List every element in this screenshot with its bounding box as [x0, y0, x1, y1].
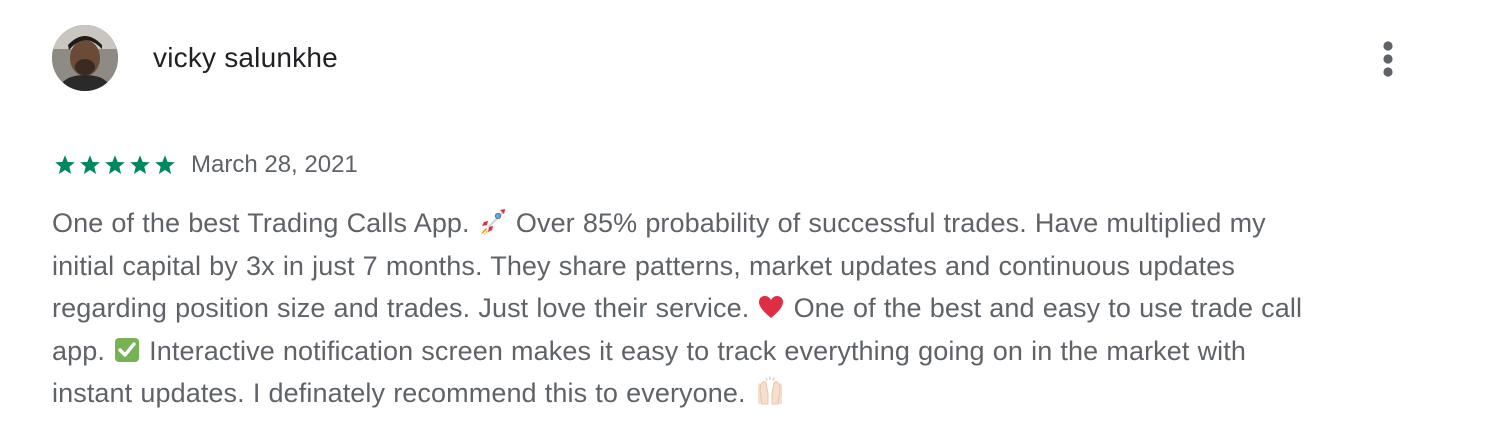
rating-row: March 28, 2021 [53, 148, 358, 182]
review-text-segment: regarding position size and trades. Just… [52, 293, 758, 323]
review-card: vicky salunkhe March 28, 2021 One of the… [0, 0, 1485, 446]
review-text-line: One of the best Trading Calls App. Over … [52, 202, 1452, 245]
red-heart-emoji [757, 293, 785, 321]
star-icon [128, 153, 152, 177]
review-text-segment: Interactive notification screen makes it… [141, 335, 1246, 366]
more-vertical-icon [1383, 41, 1393, 77]
review-text-segment: Over 85% probability of successful trade… [507, 208, 1266, 238]
review-text-line: initial capital by 3x in just 7 months. … [52, 245, 1452, 288]
review-date: March 28, 2021 [191, 151, 358, 178]
review-text-segment: One of the best and easy to use trade ca… [785, 293, 1303, 323]
review-text-line: instant updates. I definately recommend … [52, 372, 1452, 415]
star-rating [53, 153, 177, 177]
star-icon [103, 153, 127, 177]
more-options-button[interactable] [1368, 36, 1408, 82]
review-text-line: app. Interactive notification screen mak… [52, 330, 1452, 373]
avatar[interactable] [52, 25, 118, 91]
review-text-segment: instant updates. I definately recommend … [52, 378, 754, 408]
author-name: vicky salunkhe [153, 42, 338, 73]
star-icon [53, 153, 77, 177]
review-text-line: regarding position size and trades. Just… [52, 287, 1452, 330]
star-icon [153, 153, 177, 177]
user-photo [52, 25, 118, 91]
review-text: One of the best Trading Calls App. Over … [52, 202, 1452, 415]
rocket-emoji [478, 206, 508, 236]
review-text-segment: app. [52, 335, 114, 366]
check-mark-emoji [113, 336, 141, 364]
review-text-segment: initial capital by 3x in just 7 months. … [52, 250, 1235, 281]
star-icon [78, 153, 102, 177]
review-text-segment: One of the best Trading Calls App. [52, 208, 478, 238]
raising-hands-emoji [754, 376, 786, 406]
